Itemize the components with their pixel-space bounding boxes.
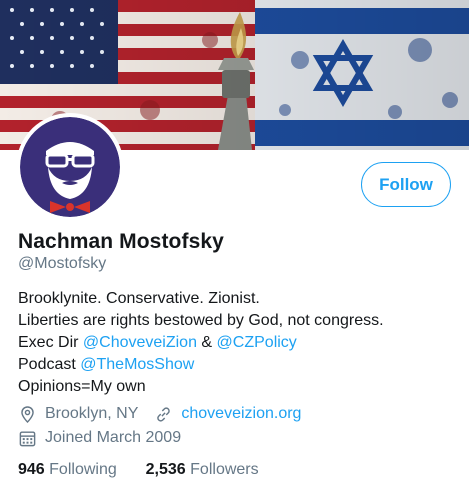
profile-counts: 946 Following 2,536 Followers xyxy=(18,461,259,479)
bio-line: Exec Dir @ChoveveiZion & @CZPolicy xyxy=(18,332,384,354)
link-icon xyxy=(154,405,173,424)
bio-text: Exec Dir xyxy=(18,334,83,351)
meta-row-location-website: Brooklyn, NY choveveizion.org xyxy=(18,403,301,425)
profile-meta: Brooklyn, NY choveveizion.org Joined Mar… xyxy=(18,403,301,449)
profile-display-name: Nachman Mostofsky xyxy=(18,230,224,253)
bio-line: Liberties are rights bestowed by God, no… xyxy=(18,312,384,329)
location-pin-icon xyxy=(18,405,37,424)
followers-count-link[interactable]: 2,536 Followers xyxy=(146,461,259,478)
profile-bio: Brooklynite. Conservative. Zionist. Libe… xyxy=(18,288,384,398)
following-count: 946 xyxy=(18,461,45,478)
bio-line: Brooklynite. Conservative. Zionist. xyxy=(18,290,260,307)
bio-text: Podcast xyxy=(18,356,81,373)
mention-link-themosshow[interactable]: @TheMosShow xyxy=(80,356,194,373)
mention-link-choveveizion[interactable]: @ChoveveiZion xyxy=(83,334,197,351)
following-label: Following xyxy=(49,461,117,478)
meta-row-joined: Joined March 2009 xyxy=(18,427,301,449)
followers-label: Followers xyxy=(190,461,259,478)
bio-line: Opinions=My own xyxy=(18,378,146,395)
calendar-icon xyxy=(18,429,37,448)
following-count-link[interactable]: 946 Following xyxy=(18,461,117,478)
followers-count: 2,536 xyxy=(145,461,186,478)
profile-website-link[interactable]: choveveizion.org xyxy=(181,405,301,423)
bio-text: & xyxy=(196,334,217,351)
bio-line: Podcast @TheMosShow xyxy=(18,354,384,376)
profile-location: Brooklyn, NY xyxy=(45,405,139,422)
profile-joined-date: Joined March 2009 xyxy=(45,429,182,446)
profile-handle: @Mostofsky xyxy=(18,255,107,272)
mention-link-czpolicy[interactable]: @CZPolicy xyxy=(217,334,297,351)
profile-avatar[interactable] xyxy=(16,113,124,221)
follow-button[interactable]: Follow xyxy=(361,162,451,207)
